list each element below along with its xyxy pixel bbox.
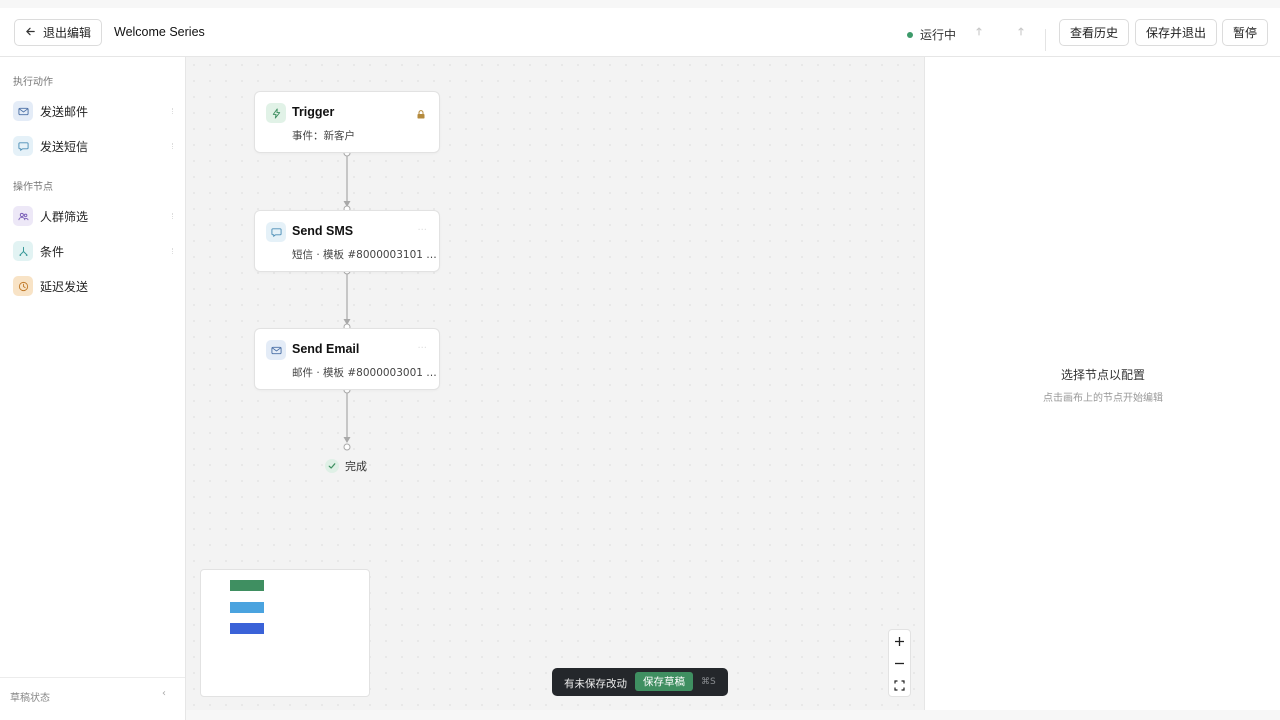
unsaved-changes-text: 有未保存改动 bbox=[564, 678, 627, 690]
message-icon bbox=[13, 136, 33, 156]
flow-end-marker: 完成 bbox=[325, 458, 367, 474]
top-strip bbox=[0, 0, 1280, 8]
zoom-controls bbox=[888, 629, 911, 697]
toolbar-divider bbox=[1045, 29, 1046, 51]
flow-node-trigger[interactable]: Trigger 事件：新客户 bbox=[254, 91, 440, 153]
minimap-node bbox=[230, 623, 264, 634]
message-icon bbox=[266, 222, 286, 242]
sidebar-item-label: 人群筛选 bbox=[40, 209, 89, 224]
zoom-in-icon[interactable] bbox=[889, 630, 910, 652]
clock-icon bbox=[13, 276, 33, 296]
arrow-left-icon bbox=[25, 26, 36, 40]
node-subtitle: 短信 · 模板 #8000003101 · 欢迎短信 bbox=[292, 249, 437, 261]
check-icon bbox=[325, 459, 339, 473]
exit-edit-label: 退出编辑 bbox=[43, 26, 92, 40]
fit-view-icon[interactable] bbox=[889, 674, 910, 696]
node-title: Send SMS bbox=[292, 224, 354, 238]
unsaved-changes-toast: 有未保存改动 保存草稿 ⌘S bbox=[552, 668, 728, 696]
lock-icon bbox=[417, 108, 425, 122]
draft-status-label: 草稿状态 bbox=[10, 693, 50, 704]
flow-end-label: 完成 bbox=[345, 460, 367, 473]
status-dot-icon bbox=[907, 31, 913, 38]
minimap-node bbox=[230, 602, 264, 613]
collapse-sidebar-icon[interactable]: ‹ bbox=[162, 688, 166, 699]
undo-icon[interactable] bbox=[976, 25, 986, 40]
section-label-nodes: 操作节点 bbox=[13, 182, 53, 193]
bottom-strip bbox=[186, 710, 1280, 720]
drag-handle-icon[interactable] bbox=[172, 213, 174, 219]
node-subtitle: 邮件 · 模板 #8000003001 · 欢迎邮件 bbox=[292, 367, 437, 379]
drag-handle-icon[interactable] bbox=[172, 248, 174, 254]
drag-handle-icon[interactable] bbox=[172, 143, 174, 149]
sidebar-item-send-sms[interactable]: 发送短信 bbox=[13, 134, 178, 158]
branch-icon bbox=[13, 241, 33, 261]
sidebar-footer: 草稿状态 ‹ bbox=[0, 677, 185, 720]
node-title: Send Email bbox=[292, 342, 360, 356]
redo-icon[interactable] bbox=[1014, 25, 1024, 40]
empty-state-subtitle: 点击画布上的节点开始编辑 bbox=[1043, 393, 1163, 404]
sidebar-item-label: 条件 bbox=[40, 244, 65, 259]
config-panel: 选择节点以配置 点击画布上的节点开始编辑 bbox=[924, 57, 1280, 710]
save-draft-button[interactable]: 保存草稿 bbox=[635, 672, 693, 691]
sidebar-item-send-email[interactable]: 发送邮件 bbox=[13, 99, 178, 123]
status-label: 运行中 bbox=[920, 28, 957, 42]
sidebar-item-delay-send[interactable]: 延迟发送 bbox=[13, 274, 178, 298]
minimap-node bbox=[230, 580, 264, 591]
view-history-button[interactable]: 查看历史 bbox=[1059, 19, 1130, 46]
sidebar-item-condition[interactable]: 条件 bbox=[13, 239, 178, 263]
mail-icon bbox=[266, 340, 286, 360]
more-options-icon[interactable]: ··· bbox=[417, 225, 427, 236]
sidebar-item-label: 发送邮件 bbox=[40, 104, 89, 119]
mail-icon bbox=[13, 101, 33, 121]
save-shortcut-hint: ⌘S bbox=[701, 677, 716, 687]
users-icon bbox=[13, 206, 33, 226]
more-options-icon[interactable]: ··· bbox=[417, 343, 427, 354]
sidebar-item-audience-filter[interactable]: 人群筛选 bbox=[13, 204, 178, 228]
node-palette-sidebar: 执行动作 发送邮件 发送短信 操作节点 人群筛选 条件 延迟发送 草稿状态 ‹ bbox=[0, 57, 186, 720]
drag-handle-icon[interactable] bbox=[172, 108, 174, 114]
flow-node-send-email[interactable]: Send Email ··· 邮件 · 模板 #8000003001 · 欢迎邮… bbox=[254, 328, 440, 390]
exit-edit-button[interactable]: 退出编辑 bbox=[14, 19, 103, 46]
sidebar-item-label: 延迟发送 bbox=[40, 279, 89, 294]
empty-state-title: 选择节点以配置 bbox=[1060, 368, 1145, 382]
sidebar-item-label: 发送短信 bbox=[40, 139, 89, 154]
top-bar: 退出编辑 Welcome Series 运行中 查看历史 保存并退出 暂停 bbox=[0, 8, 1280, 57]
node-title: Trigger bbox=[292, 105, 335, 119]
run-status: 运行中 bbox=[907, 26, 956, 43]
section-label-actions: 执行动作 bbox=[13, 77, 53, 88]
flow-title: Welcome Series bbox=[114, 25, 205, 39]
flow-node-send-sms[interactable]: Send SMS ··· 短信 · 模板 #8000003101 · 欢迎短信 bbox=[254, 210, 440, 272]
flow-canvas[interactable]: Trigger 事件：新客户 Send SMS ··· 短信 · 模板 #800… bbox=[186, 57, 924, 710]
zoom-out-icon[interactable] bbox=[889, 652, 910, 674]
bolt-icon bbox=[266, 103, 286, 123]
minimap[interactable] bbox=[200, 569, 370, 697]
node-subtitle: 事件：新客户 bbox=[292, 130, 355, 142]
pause-button[interactable]: 暂停 bbox=[1222, 19, 1269, 46]
save-and-exit-button[interactable]: 保存并退出 bbox=[1135, 19, 1218, 46]
